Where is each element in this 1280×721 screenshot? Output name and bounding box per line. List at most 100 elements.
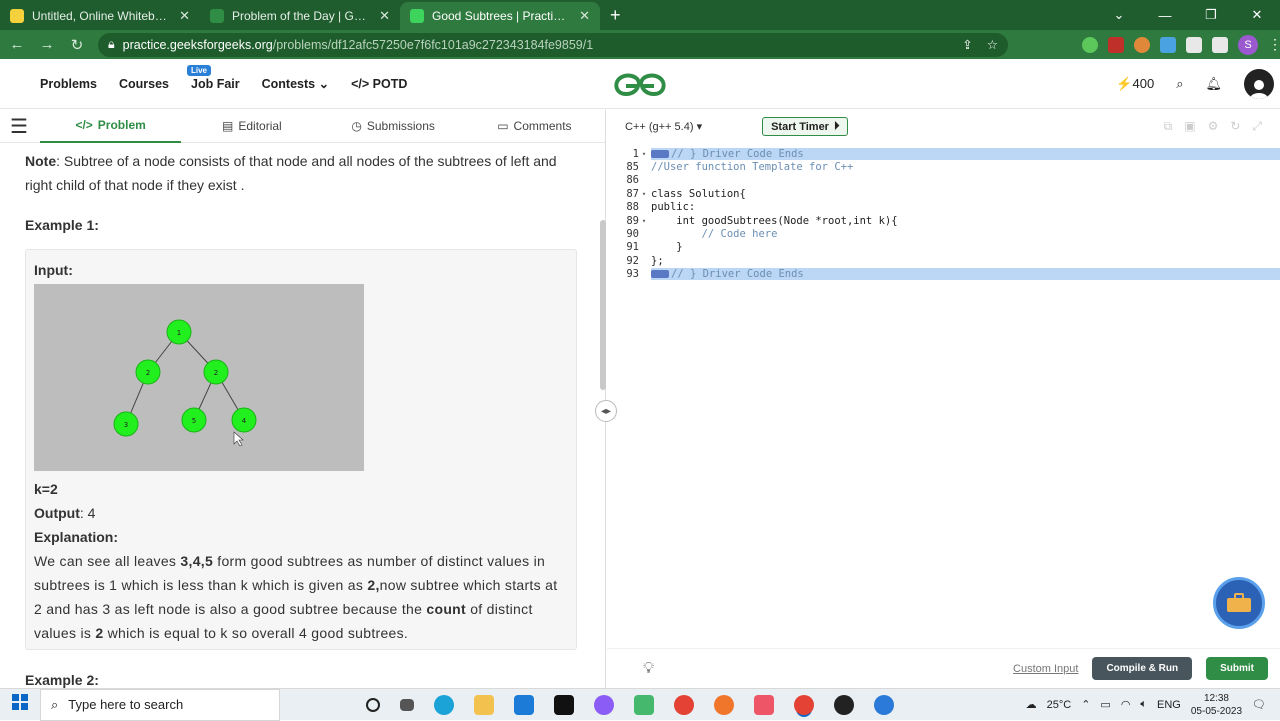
mail-icon[interactable] <box>514 694 534 715</box>
panel-splitter-handle[interactable]: ◂▸ <box>595 400 617 422</box>
browser-tab-whiteboard[interactable]: Untitled, Online Whiteboard for Visual C… <box>0 2 200 30</box>
code-line[interactable]: 90 // Code here <box>607 227 1280 240</box>
streak[interactable]: ⚡400 <box>1116 76 1154 92</box>
app-atom-icon[interactable] <box>754 694 774 715</box>
extension-color-icon[interactable] <box>1134 36 1150 53</box>
input-label: Input: <box>34 262 73 278</box>
cortana-icon[interactable] <box>366 697 380 712</box>
edge-icon[interactable] <box>434 694 454 715</box>
app-multicolor-icon[interactable] <box>634 694 654 715</box>
close-tab-icon[interactable]: ✕ <box>179 8 190 24</box>
tab-submissions[interactable]: ◷ Submissions <box>323 110 464 143</box>
reset-icon[interactable]: ↻ <box>1230 119 1240 134</box>
profile-avatar[interactable]: S <box>1238 34 1258 55</box>
menu-problems[interactable]: Problems <box>40 77 97 91</box>
reload-icon[interactable]: ↻ <box>68 36 86 54</box>
code-content: // } Driver Code Ends <box>671 268 804 281</box>
tab-title: Good Subtrees | Practice | GeeksforGeeks <box>432 9 571 23</box>
browser-tab-good-subtrees[interactable]: Good Subtrees | Practice | GeeksforGeeks… <box>400 2 600 30</box>
chevron-up-icon[interactable]: ⌃ <box>1081 698 1090 711</box>
fold-arrow-icon[interactable]: ▾ <box>639 190 649 198</box>
windows-start-icon[interactable] <box>0 694 40 715</box>
code-line[interactable]: 1 ▾ // } Driver Code Ends <box>607 147 1280 160</box>
weather-temp[interactable]: 25°C <box>1047 699 1072 711</box>
search-icon[interactable]: ⌕ <box>1176 76 1183 92</box>
wifi-icon[interactable]: ◠ <box>1121 698 1131 711</box>
fold-marker-icon[interactable] <box>651 270 669 279</box>
bell-icon[interactable]: 🔔︎ <box>1205 76 1222 92</box>
app-black-icon[interactable] <box>834 694 854 715</box>
custom-input-link[interactable]: Custom Input <box>1013 663 1078 675</box>
chrome-icon[interactable] <box>674 694 694 715</box>
hamburger-menu-icon[interactable]: ☰ <box>0 114 40 139</box>
fold-arrow-icon[interactable]: ▾ <box>639 150 649 158</box>
extension-red-icon[interactable] <box>1108 36 1124 53</box>
code-line[interactable]: 91 } <box>607 241 1280 254</box>
gfg-logo[interactable] <box>612 70 668 98</box>
code-content: } <box>651 241 683 254</box>
battery-icon[interactable]: ▭ <box>1100 698 1110 711</box>
caret-down-icon: ▾ <box>696 121 703 133</box>
code-line[interactable]: 88 public: <box>607 201 1280 214</box>
user-avatar[interactable] <box>1244 69 1274 99</box>
code-line[interactable]: 92}; <box>607 254 1280 267</box>
language-select[interactable]: C++ (g++ 5.4) ▾ <box>625 120 702 133</box>
browser-tab-potd[interactable]: Problem of the Day | GeeksforGeeks ✕ <box>200 2 400 30</box>
sidebar-icon[interactable] <box>1212 36 1228 53</box>
taskbar-search-field[interactable]: ⌕ Type here to search <box>40 688 280 721</box>
language-indicator[interactable]: ENG <box>1157 699 1181 711</box>
star-icon[interactable]: ☆ <box>987 37 998 52</box>
code-editor[interactable]: 1 ▾// } Driver Code Ends 85//User function… <box>607 143 1280 648</box>
lightbulb-icon[interactable]: 💡︎ <box>643 660 654 678</box>
submit-button[interactable]: Submit <box>1206 657 1268 680</box>
fold-arrow-icon[interactable]: ▾ <box>639 217 649 225</box>
code-line[interactable]: 87 ▾ class Solution{ <box>607 187 1280 200</box>
close-window-icon[interactable]: ✕ <box>1234 0 1280 30</box>
url-field[interactable]: 🔒︎ practice.geeksforgeeks.org/problems/d… <box>98 32 1008 57</box>
menu-potd[interactable]: </> POTD <box>351 77 407 91</box>
tab-problem[interactable]: </> Problem <box>40 110 182 143</box>
start-timer-button[interactable]: Start Timer ⏵ <box>762 117 849 136</box>
menu-contests[interactable]: Contests ⌄ <box>262 76 329 91</box>
close-tab-icon[interactable]: ✕ <box>579 8 590 24</box>
share-icon[interactable]: ⇪ <box>962 37 972 52</box>
more-vert-icon[interactable]: ⋮ <box>1268 37 1280 53</box>
new-tab-button[interactable]: + <box>600 5 631 30</box>
file-explorer-icon[interactable] <box>474 694 494 715</box>
volume-icon[interactable]: 🔈︎ <box>1140 698 1147 711</box>
app-purple-icon[interactable] <box>594 694 614 715</box>
code-line[interactable]: 86 <box>607 174 1280 187</box>
chevron-down-icon[interactable]: ⌄ <box>1096 0 1142 30</box>
fold-marker-icon[interactable] <box>651 149 669 158</box>
tab-editorial[interactable]: ▤ Editorial <box>181 110 322 143</box>
task-view-icon[interactable] <box>400 698 414 711</box>
menu-job-fair[interactable]: Job Fair <box>191 77 240 91</box>
copy-icon[interactable]: ⧉ <box>1164 119 1173 134</box>
forward-arrow-icon[interactable]: → <box>38 36 56 53</box>
paste-icon[interactable]: ▣ <box>1184 119 1195 134</box>
cloud-icon[interactable]: ☁ <box>1026 698 1037 711</box>
code-line[interactable]: 85 //User function Template for C++ <box>607 160 1280 173</box>
intellij-icon[interactable] <box>554 694 574 715</box>
close-tab-icon[interactable]: ✕ <box>379 8 390 24</box>
code-line[interactable]: 93 // } Driver Code Ends <box>607 268 1280 281</box>
extension-pen-icon[interactable] <box>1160 36 1176 53</box>
briefcase-fab-button[interactable] <box>1213 577 1265 629</box>
back-arrow-icon[interactable]: ← <box>8 36 26 53</box>
extension-green-icon[interactable] <box>1082 36 1098 53</box>
firefox-icon[interactable] <box>714 694 734 715</box>
chrome-active-icon[interactable] <box>794 694 814 715</box>
notification-icon[interactable]: 🗨︎ <box>1252 698 1266 711</box>
tab-comments[interactable]: ▭ Comments <box>464 110 605 143</box>
problem-scrollbar[interactable] <box>600 220 606 390</box>
code-line[interactable]: 89 ▾ int goodSubtrees(Node *root,int k){ <box>607 214 1280 227</box>
clock[interactable]: 12:38 05-05-2023 <box>1191 692 1242 718</box>
fullscreen-icon[interactable]: ⤢ <box>1252 119 1262 134</box>
compile-run-button[interactable]: Compile & Run <box>1092 657 1193 680</box>
menu-courses[interactable]: Courses <box>119 77 169 91</box>
minimize-icon[interactable]: — <box>1142 0 1188 30</box>
help-icon[interactable] <box>874 694 894 715</box>
puzzle-icon[interactable] <box>1186 36 1202 53</box>
maximize-icon[interactable]: ❐ <box>1188 0 1234 30</box>
settings-icon[interactable]: ⚙ <box>1208 119 1219 134</box>
